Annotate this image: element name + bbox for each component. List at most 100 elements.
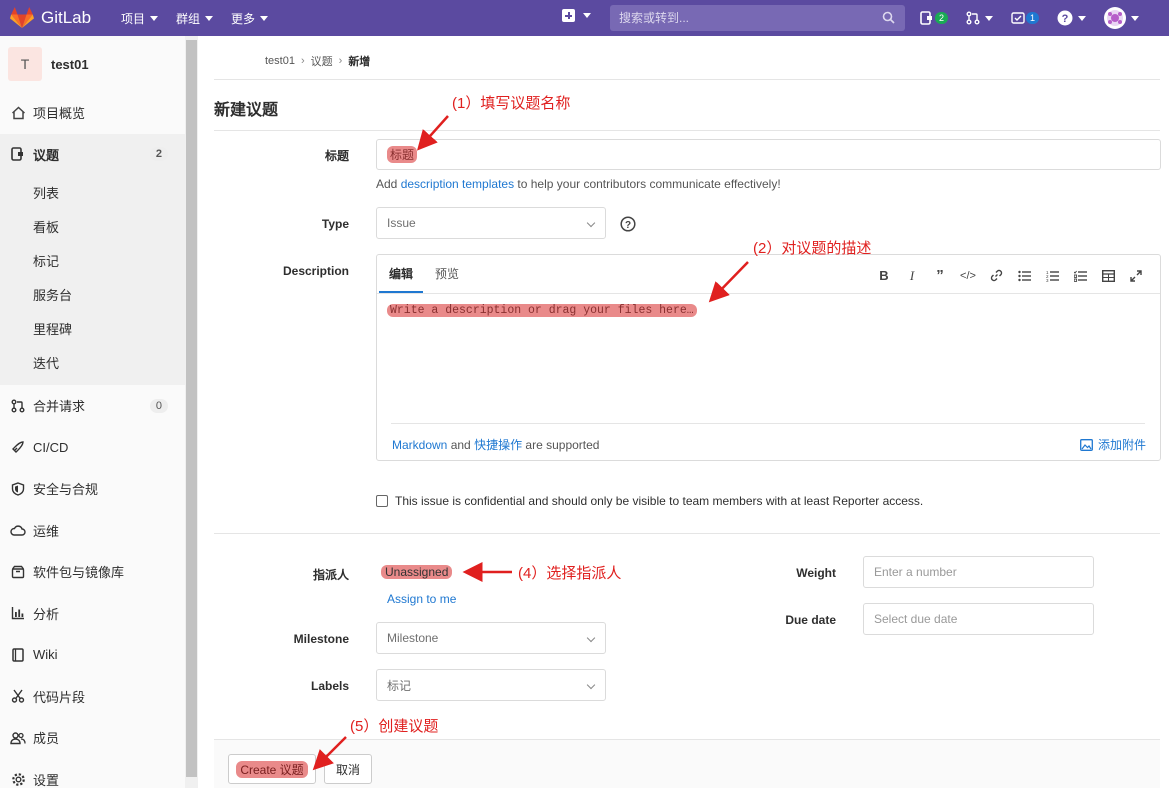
sidebar-subitem-board[interactable]: 看板: [0, 209, 185, 243]
description-templates-link[interactable]: description templates: [401, 177, 514, 191]
weight-input[interactable]: Enter a number: [863, 556, 1094, 588]
due-date-placeholder: Select due date: [874, 612, 958, 626]
chevron-right-icon: ›: [338, 55, 343, 67]
nav-projects-label: 项目: [121, 11, 146, 26]
svg-text:?: ?: [1062, 13, 1069, 25]
sidebar-item-label: 运维: [33, 523, 60, 539]
issues-icon: [1011, 12, 1025, 24]
chevron-down-icon: [260, 15, 269, 21]
cancel-button[interactable]: 取消: [324, 754, 372, 784]
project-avatar: T: [8, 47, 42, 81]
sidebar-item-analytics[interactable]: 分析: [0, 593, 185, 635]
sidebar-item-snippets[interactable]: 代码片段: [0, 676, 185, 718]
tab-edit[interactable]: 编辑: [379, 265, 424, 293]
sidebar-item-overview[interactable]: 项目概览: [0, 92, 185, 134]
sidebar-item-security[interactable]: 安全与合规: [0, 468, 185, 510]
annotation-2: (2）对议题的描述: [753, 240, 872, 257]
sidebar-subitem-list[interactable]: 列表: [0, 175, 185, 209]
quote-icon[interactable]: ”: [926, 267, 954, 284]
sidebar-project[interactable]: T test01: [0, 36, 197, 92]
sidebar-scrollbar-thumb[interactable]: [186, 40, 197, 777]
divider: [214, 130, 1160, 131]
nav-groups[interactable]: 群组: [169, 10, 220, 27]
sidebar-subitem-service-desk[interactable]: 服务台: [0, 277, 185, 311]
breadcrumb-project[interactable]: test01: [265, 55, 295, 67]
divider: [214, 79, 1160, 80]
breadcrumb-issues[interactable]: 议题: [311, 53, 333, 69]
sidebar-item-issues[interactable]: 议题 2: [0, 133, 185, 175]
table-icon[interactable]: [1094, 269, 1122, 282]
type-value: Issue: [387, 216, 416, 230]
divider: [391, 423, 1145, 424]
sidebar-item-cicd[interactable]: CI/CD: [0, 427, 185, 469]
quick-actions-link[interactable]: 快捷操作: [474, 438, 522, 452]
hint-supported: are supported: [522, 438, 600, 452]
task-list-icon[interactable]: [1066, 270, 1094, 282]
italic-icon[interactable]: I: [898, 268, 926, 284]
due-date-input[interactable]: Select due date: [863, 603, 1094, 635]
sidebar-item-members[interactable]: 成员: [0, 717, 185, 759]
search-input[interactable]: [619, 11, 869, 25]
sidebar-subitems: 列表 看板 标记 服务台 里程碑 迭代: [0, 175, 185, 385]
labels-select[interactable]: 标记: [376, 669, 606, 701]
divider: [377, 293, 1160, 294]
chevron-down-icon: [586, 680, 596, 690]
sidebar-item-label: 成员: [33, 731, 60, 747]
confidential-checkbox[interactable]: [376, 495, 388, 507]
type-select[interactable]: Issue: [376, 207, 606, 239]
book-icon: [10, 647, 26, 663]
search-icon[interactable]: [882, 11, 895, 24]
milestone-label: Milestone: [293, 632, 349, 646]
attach-file-label: 添加附件: [1097, 438, 1146, 452]
markdown-link[interactable]: Markdown: [392, 438, 447, 452]
sidebar-item-operations[interactable]: 运维: [0, 510, 185, 552]
description-textarea[interactable]: Write a description or drag your files h…: [387, 304, 697, 317]
attach-file-button[interactable]: 添加附件: [1080, 436, 1146, 453]
chevron-down-icon: [205, 15, 214, 21]
help-icon[interactable]: ?: [620, 216, 636, 232]
gear-icon: [10, 771, 26, 787]
bold-icon[interactable]: B: [870, 268, 898, 283]
tab-preview[interactable]: 预览: [435, 265, 459, 293]
top-navbar: GitLab 项目 群组 更多 2 1 ?: [0, 0, 1169, 36]
milestone-select[interactable]: Milestone: [376, 622, 606, 654]
hint-and: and: [447, 438, 475, 452]
bullet-list-icon[interactable]: [1010, 270, 1038, 282]
merge-request-icon: [966, 11, 980, 25]
nav-more[interactable]: 更多: [224, 10, 275, 27]
title-input[interactable]: 标题: [376, 139, 1161, 170]
todos-button[interactable]: 2: [920, 11, 949, 25]
numbered-list-icon[interactable]: 123: [1038, 270, 1066, 282]
fullscreen-icon[interactable]: [1122, 269, 1150, 282]
breadcrumb: test01 › 议题 › 新增: [265, 53, 370, 69]
code-icon[interactable]: </>: [954, 270, 982, 282]
merge-requests-button[interactable]: [966, 11, 994, 25]
sidebar-item-wiki[interactable]: Wiki: [0, 634, 185, 676]
link-icon[interactable]: [982, 269, 1010, 282]
breadcrumb-current: 新增: [348, 56, 371, 68]
sidebar-subitem-labels[interactable]: 标记: [0, 243, 185, 277]
sidebar-item-merge-requests[interactable]: 合并请求 0: [0, 385, 185, 427]
sidebar-item-packages[interactable]: 软件包与镜像库: [0, 551, 185, 593]
labels-value: 标记: [387, 678, 412, 693]
nav-projects[interactable]: 项目: [114, 10, 165, 27]
create-issue-button[interactable]: Create 议题: [228, 754, 316, 784]
chevron-down-icon: [1131, 15, 1140, 21]
assign-to-me-link[interactable]: Assign to me: [387, 592, 456, 606]
sidebar-subitem-milestones[interactable]: 里程碑: [0, 311, 185, 345]
nav-more-label: 更多: [231, 11, 256, 26]
sidebar-subitem-iterations[interactable]: 迭代: [0, 345, 185, 379]
chevron-right-icon: ›: [300, 55, 305, 67]
shield-icon: [10, 481, 26, 497]
new-dropdown[interactable]: [562, 9, 591, 22]
issues-button[interactable]: 1: [1011, 11, 1040, 25]
brand-name: GitLab: [41, 8, 92, 27]
templates-hint: Add description templates to help your c…: [376, 177, 781, 191]
gitlab-logo[interactable]: GitLab: [10, 7, 102, 29]
help-button[interactable]: ?: [1057, 10, 1087, 26]
help-icon: ?: [1057, 10, 1073, 26]
sidebar-item-settings[interactable]: 设置: [0, 759, 185, 788]
home-icon: [10, 105, 26, 121]
milestone-value: Milestone: [387, 631, 439, 645]
user-menu[interactable]: [1104, 7, 1140, 29]
